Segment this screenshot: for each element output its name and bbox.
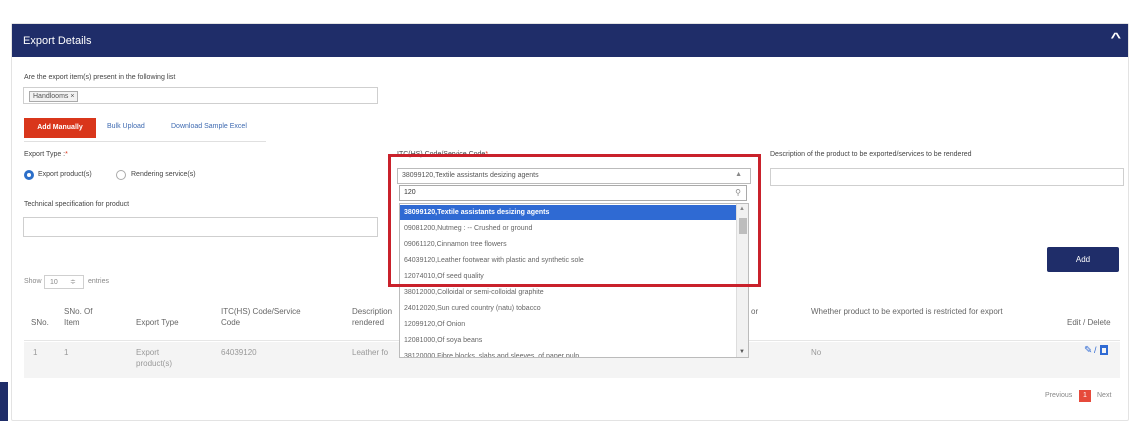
add-manually-tab[interactable]: Add Manually	[24, 118, 96, 138]
entries-label: entries	[88, 278, 110, 285]
th-restricted: Whether product to be exported is restri…	[811, 307, 1003, 316]
question-label: Are the export item(s) present in the fo…	[24, 74, 176, 81]
th-edit-delete: Edit / Delete	[1067, 318, 1111, 327]
entries-value: 10	[50, 279, 58, 286]
required-mark: *	[65, 151, 68, 158]
th-description: Description rendered	[352, 307, 393, 327]
cell-description: Leather fo	[352, 348, 389, 357]
side-feedback-tab[interactable]	[0, 382, 8, 421]
itc-option[interactable]: 38012000,Colloidal or semi-colloidal gra…	[400, 285, 736, 300]
entries-select[interactable]: 10 ≑	[44, 275, 84, 289]
description-input[interactable]	[770, 168, 1124, 186]
itc-option[interactable]: 12099120,Of Onion	[400, 317, 736, 332]
th-sno: SNo.	[31, 318, 49, 327]
cell-sno-item: 1	[64, 348, 69, 357]
th-itc: ITC(HS) Code/Service Code	[221, 307, 301, 327]
th-sno-item: SNo. Of Item	[64, 307, 93, 327]
edit-icon[interactable]: ✎	[1084, 345, 1092, 356]
cell-sno: 1	[33, 348, 38, 357]
page-1-button[interactable]: 1	[1079, 390, 1091, 402]
radio-export-products-label[interactable]: Export product(s)	[38, 171, 92, 178]
delete-icon[interactable]	[1100, 345, 1108, 355]
cell-restricted: No	[811, 348, 822, 357]
export-type-label-text: Export Type :	[24, 151, 66, 158]
panel-header[interactable]: Export Details ^	[12, 24, 1128, 57]
show-label: Show	[24, 278, 42, 285]
th-export-type: Export Type	[136, 318, 179, 327]
th-description-tail: or	[751, 307, 759, 316]
next-link[interactable]: Next	[1097, 392, 1111, 399]
cell-itc: 64039120	[221, 348, 257, 357]
export-items-multiselect[interactable]: Handlooms ×	[23, 87, 378, 104]
bulk-upload-tab[interactable]: Bulk Upload	[107, 123, 145, 130]
description-label: Description of the product to be exporte…	[770, 151, 972, 158]
tech-spec-input[interactable]	[23, 217, 378, 237]
download-sample-excel-link[interactable]: Download Sample Excel	[171, 123, 247, 130]
previous-link[interactable]: Previous	[1045, 392, 1072, 399]
panel-title: Export Details	[23, 35, 92, 47]
chip-label: Handlooms	[33, 93, 69, 100]
itc-option[interactable]: 24012020,Sun cured country (natu) tobacc…	[400, 301, 736, 316]
radio-rendering-services-label[interactable]: Rendering service(s)	[131, 171, 196, 178]
tab-underline	[24, 141, 266, 142]
itc-option[interactable]: 12081000,Of soya beans	[400, 333, 736, 348]
chip-handlooms: Handlooms ×	[29, 91, 79, 102]
radio-export-products[interactable]	[24, 170, 34, 180]
itc-option[interactable]: 38120000,Fibre blocks, slabs and sleeves…	[400, 349, 736, 357]
radio-rendering-services[interactable]	[116, 170, 126, 180]
highlight-frame	[388, 154, 761, 287]
chevron-up-icon[interactable]: ^	[1111, 30, 1122, 45]
select-caret-icon: ≑	[70, 279, 76, 286]
export-type-label: Export Type :*	[24, 151, 68, 158]
cell-export-type: Export product(s)	[136, 348, 173, 368]
tech-spec-label: Technical specification for product	[24, 201, 130, 208]
chip-remove-icon[interactable]: ×	[70, 93, 74, 100]
scroll-down-icon[interactable]: ▼	[739, 349, 745, 355]
separator-slash: /	[1094, 345, 1097, 355]
add-button[interactable]: Add	[1047, 247, 1119, 272]
